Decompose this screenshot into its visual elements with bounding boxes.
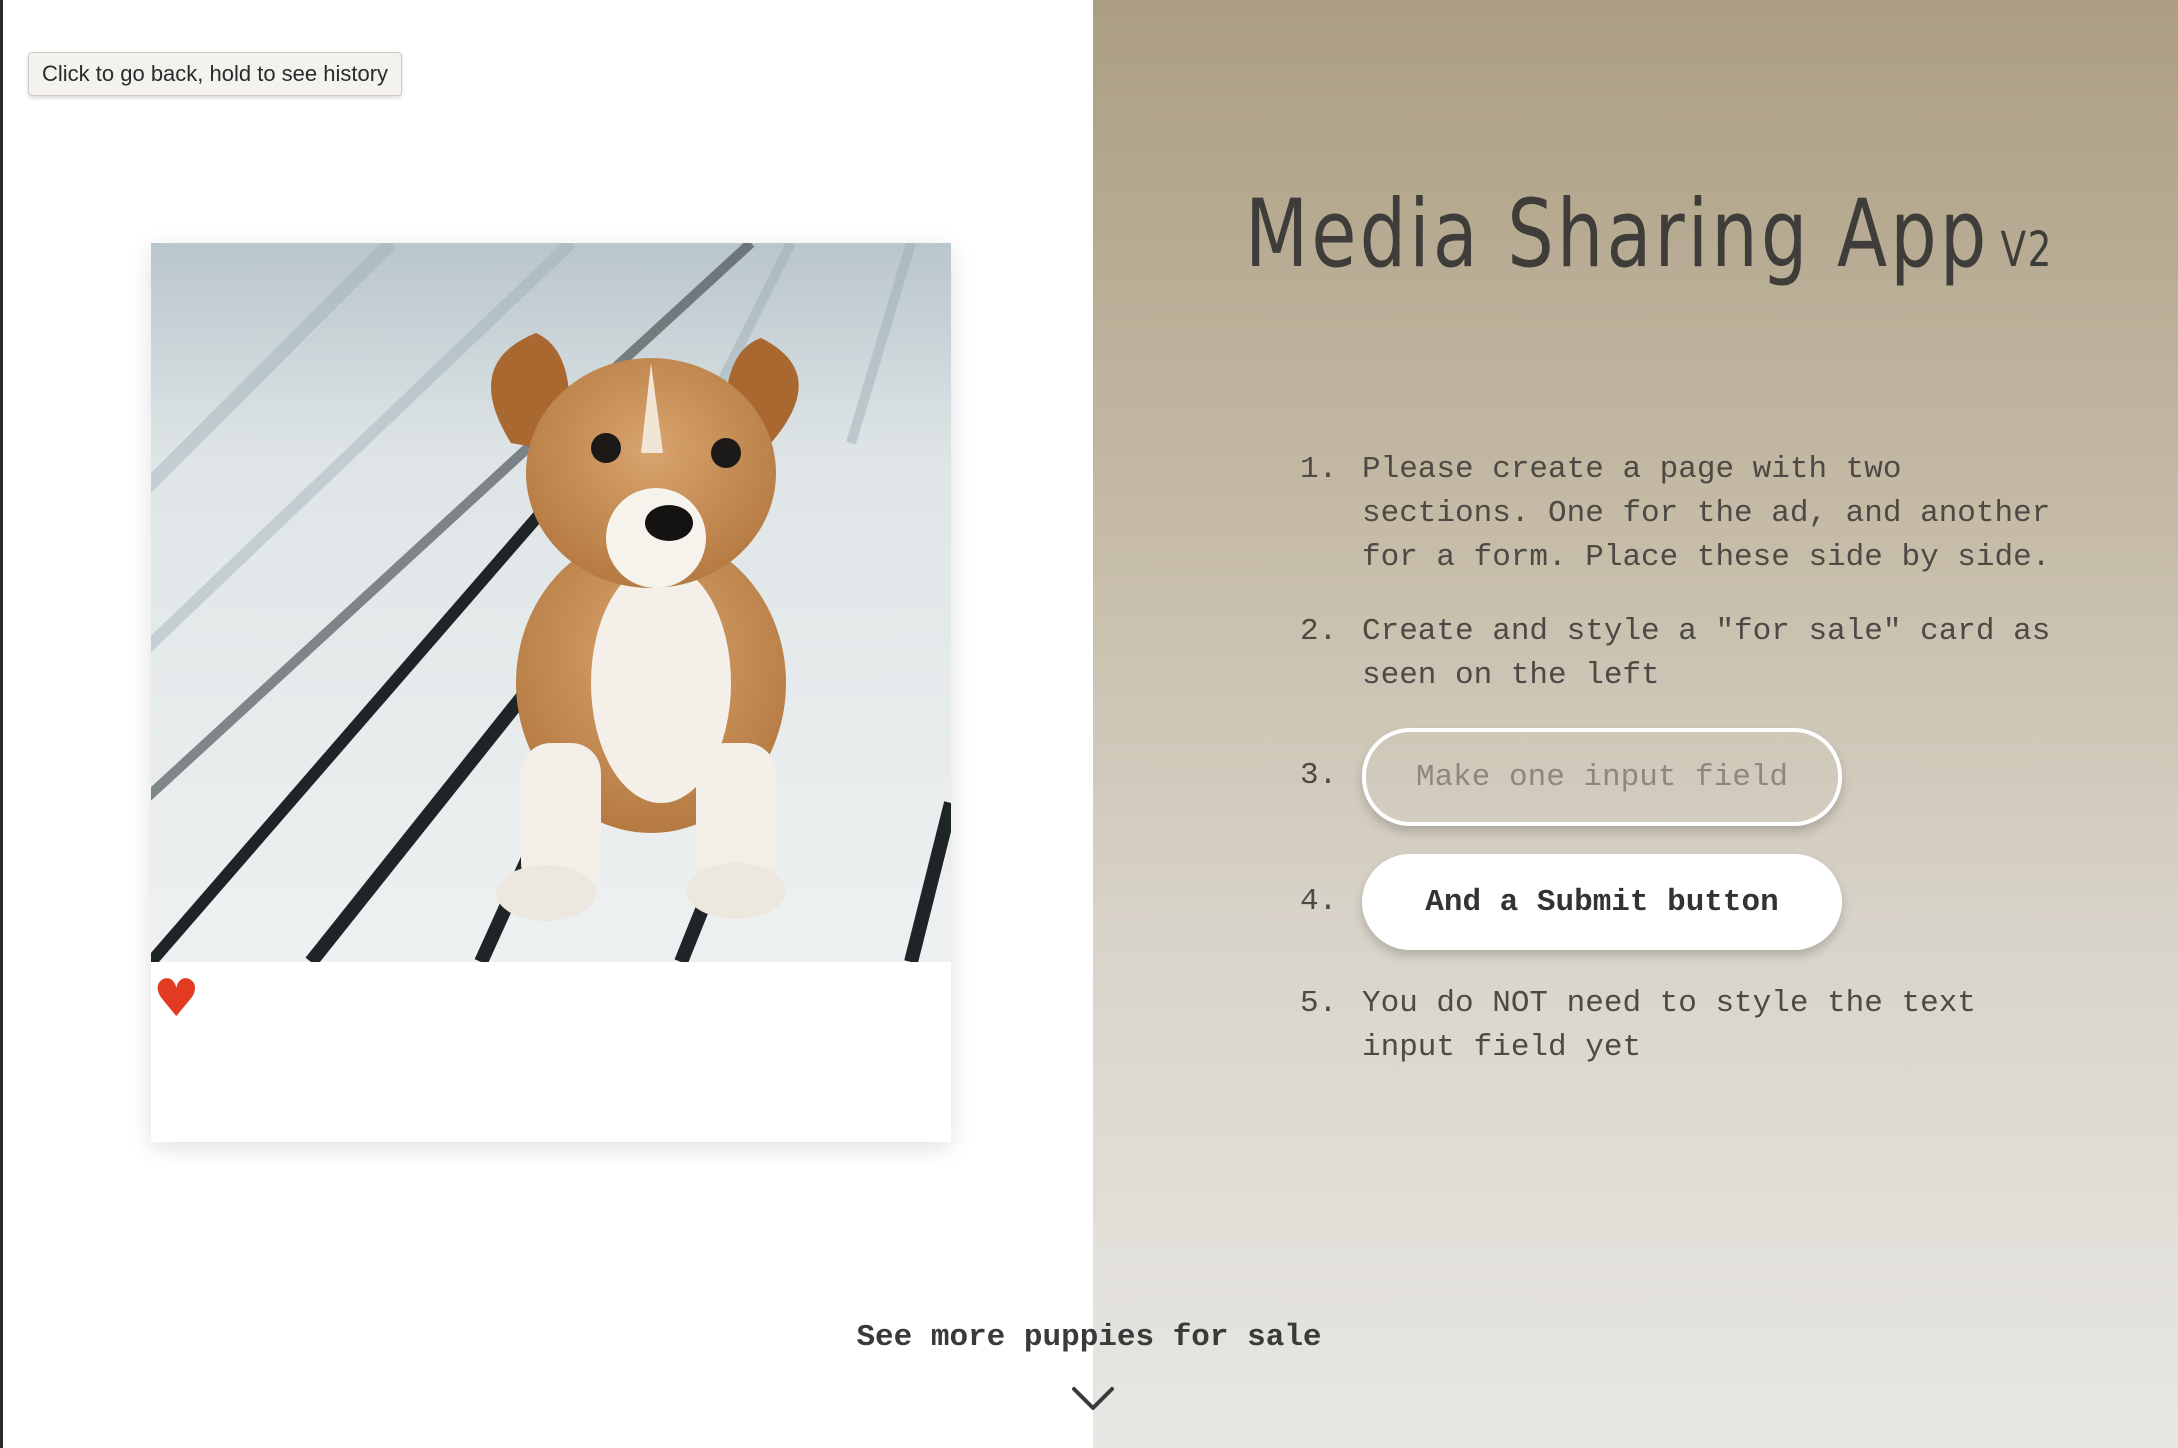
step-text: Create and style a "for sale" card as se… bbox=[1362, 614, 2051, 693]
instruction-list: 1. Please create a page with two section… bbox=[1300, 448, 2060, 1100]
list-item: 4. And a Submit button bbox=[1300, 854, 2060, 950]
app-page: ♥ Click to go back, hold to see history … bbox=[0, 0, 2178, 1448]
step-text: Please create a page with two sections. … bbox=[1362, 452, 2051, 575]
chevron-down-icon[interactable] bbox=[1071, 1386, 1115, 1412]
heart-icon[interactable]: ♥ bbox=[153, 973, 200, 1025]
list-item: 3. bbox=[1300, 728, 2060, 826]
step-number: 2. bbox=[1300, 614, 1338, 649]
list-item: 1. Please create a page with two section… bbox=[1300, 448, 2060, 580]
puppy-photo bbox=[151, 243, 951, 962]
step-number: 3. bbox=[1300, 758, 1338, 793]
page-title: Media Sharing App V2 bbox=[1245, 180, 2053, 289]
list-item: 5. You do NOT need to style the text inp… bbox=[1300, 982, 2060, 1070]
app-version: V2 bbox=[2000, 222, 2054, 278]
list-item: 2. Create and style a "for sale" card as… bbox=[1300, 610, 2060, 698]
step-number: 1. bbox=[1300, 452, 1338, 487]
for-sale-card: ♥ bbox=[151, 243, 951, 1142]
see-more-link[interactable]: See more puppies for sale bbox=[0, 1320, 2178, 1355]
step-text: You do NOT need to style the text input … bbox=[1362, 986, 1976, 1065]
step-number: 5. bbox=[1300, 986, 1338, 1021]
ad-section: ♥ bbox=[3, 0, 1093, 1448]
back-button-tooltip: Click to go back, hold to see history bbox=[28, 52, 403, 96]
text-input-field[interactable] bbox=[1362, 728, 1842, 826]
submit-button[interactable]: And a Submit button bbox=[1362, 854, 1842, 950]
step-number: 4. bbox=[1300, 884, 1338, 919]
app-title: Media Sharing App bbox=[1245, 180, 1990, 289]
